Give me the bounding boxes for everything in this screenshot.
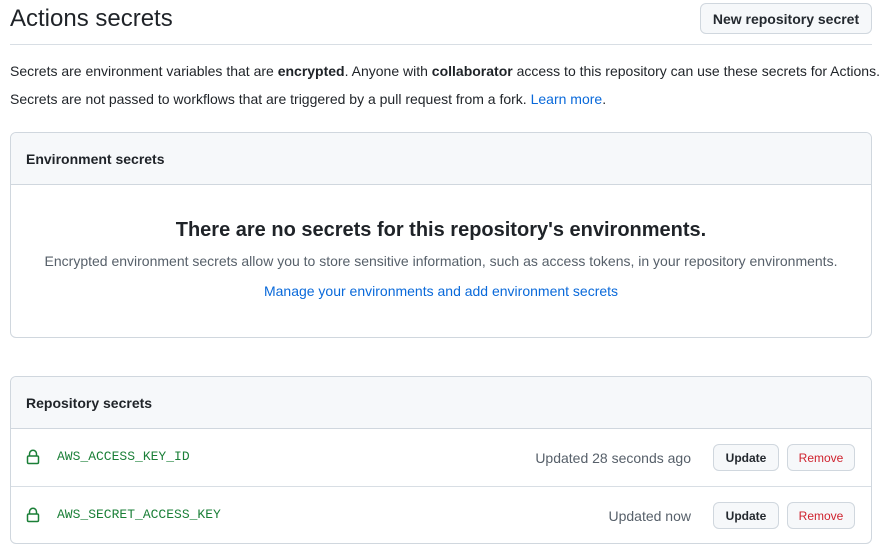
environment-secrets-heading: Environment secrets: [11, 133, 871, 185]
fork-notice-period: .: [602, 91, 607, 107]
secrets-description: Secrets are environment variables that a…: [10, 61, 880, 81]
environment-secrets-box: Environment secrets There are no secrets…: [10, 132, 872, 338]
repository-secrets-box: Repository secrets AWS_ACCESS_KEY_ID Upd…: [10, 376, 872, 544]
update-secret-button[interactable]: Update: [713, 502, 779, 529]
description-emphasis-collaborator: collaborator: [431, 63, 513, 79]
blankslate-description: Encrypted environment secrets allow you …: [44, 253, 838, 269]
repository-secrets-heading: Repository secrets: [11, 377, 871, 429]
secret-name: AWS_ACCESS_KEY_ID: [57, 449, 190, 464]
repository-secrets-list: AWS_ACCESS_KEY_ID Updated 28 seconds ago…: [11, 429, 871, 543]
learn-more-link[interactable]: Learn more: [531, 91, 603, 107]
secret-name: AWS_SECRET_ACCESS_KEY: [57, 507, 221, 522]
new-repository-secret-button[interactable]: New repository secret: [700, 3, 872, 34]
remove-secret-button[interactable]: Remove: [787, 444, 855, 471]
manage-environments-link[interactable]: Manage your environments and add environ…: [264, 281, 618, 301]
environment-secrets-blankslate: There are no secrets for this repository…: [11, 185, 871, 301]
secret-updated-time: Updated now: [608, 508, 691, 524]
description-text: . Anyone with: [344, 63, 432, 79]
description-text: Secrets are environment variables that a…: [10, 63, 278, 79]
page-title: Actions secrets: [10, 5, 173, 32]
description-text: access to this repository can use these …: [512, 63, 880, 79]
lock-icon: [26, 507, 40, 523]
update-secret-button[interactable]: Update: [713, 444, 779, 471]
description-emphasis-encrypted: encrypted: [277, 63, 345, 79]
fork-notice-text: Secrets are not passed to workflows that…: [10, 91, 531, 107]
remove-secret-button[interactable]: Remove: [787, 502, 855, 529]
secret-row: AWS_ACCESS_KEY_ID Updated 28 seconds ago…: [11, 429, 871, 486]
secret-updated-time: Updated 28 seconds ago: [535, 450, 691, 466]
secret-row: AWS_SECRET_ACCESS_KEY Updated now Update…: [11, 486, 871, 543]
blankslate-title: There are no secrets for this repository…: [175, 219, 707, 241]
page-header: Actions secrets New repository secret: [10, 0, 872, 45]
fork-notice: Secrets are not passed to workflows that…: [10, 89, 606, 109]
lock-icon: [26, 449, 40, 465]
